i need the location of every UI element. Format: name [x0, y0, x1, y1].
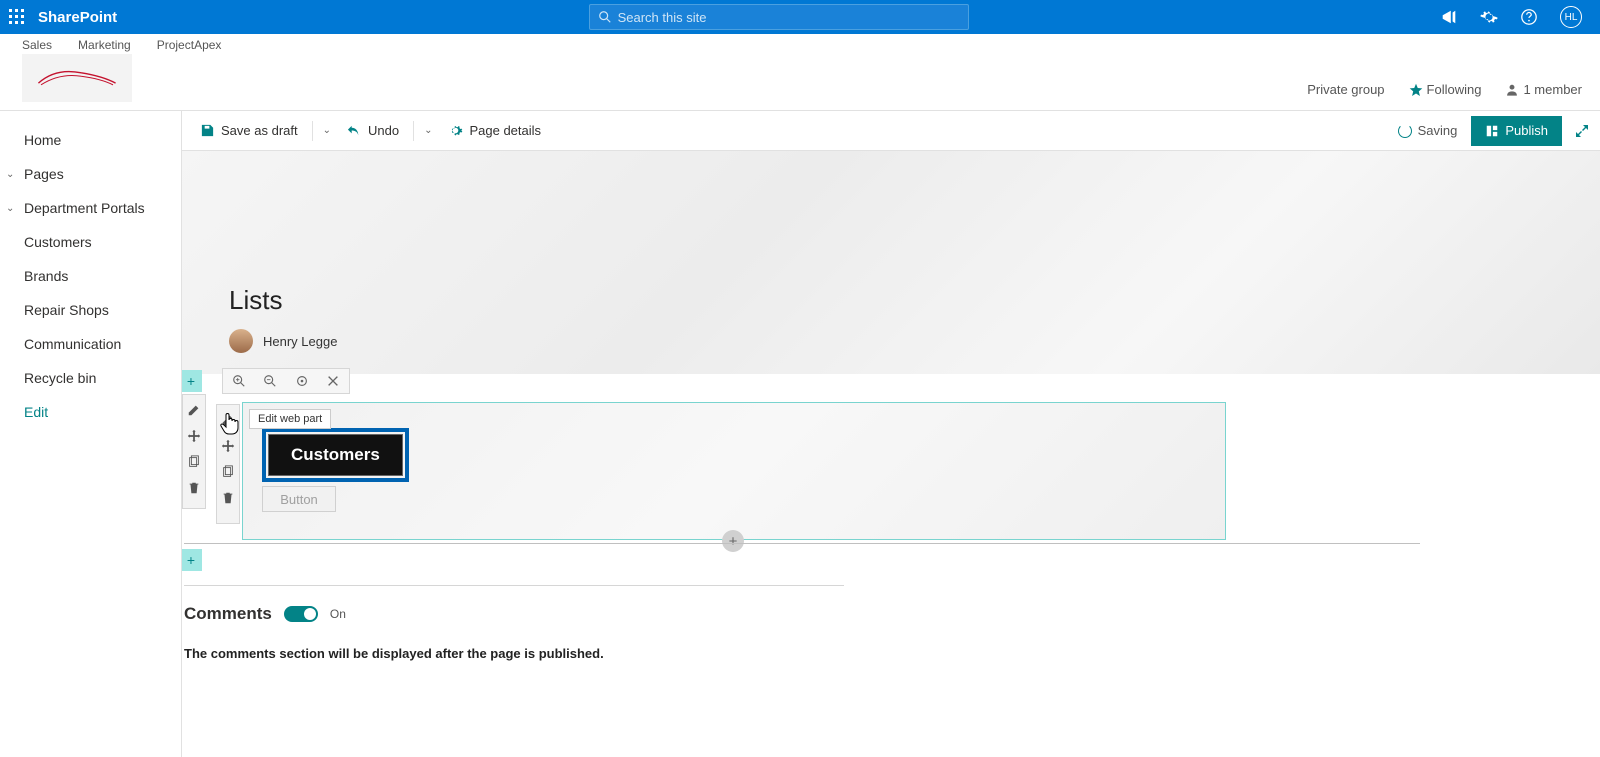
nav-edit[interactable]: Edit [0, 395, 181, 429]
page-author[interactable]: Henry Legge [229, 329, 337, 353]
gear-icon[interactable] [1480, 8, 1498, 26]
undo-button[interactable]: Undo [339, 119, 407, 142]
hub-nav: Sales Marketing ProjectApex [0, 34, 1600, 54]
close-icon[interactable] [326, 374, 340, 388]
brand-label[interactable]: SharePoint [38, 9, 117, 26]
page-details-button[interactable]: Page details [440, 119, 549, 142]
publish-button[interactable]: Publish [1471, 116, 1562, 146]
chevron-down-icon: ⌄ [6, 169, 18, 180]
comments-note: The comments section will be displayed a… [184, 646, 844, 661]
star-icon [1409, 83, 1423, 97]
move-webpart-icon[interactable] [221, 439, 235, 453]
zoom-out-icon[interactable] [263, 374, 277, 388]
waffle-icon [9, 9, 25, 25]
search-input[interactable] [618, 10, 960, 25]
nav-brands[interactable]: Brands [0, 259, 181, 293]
delete-section-icon[interactable] [187, 481, 201, 495]
page-header-area[interactable]: Lists Henry Legge [182, 151, 1600, 374]
section-rail [182, 394, 206, 509]
following-button[interactable]: Following [1409, 82, 1482, 97]
nav-pages[interactable]: ⌄ Pages [0, 157, 181, 191]
edit-section-icon[interactable] [187, 403, 201, 417]
comments-section: Comments On The comments section will be… [184, 585, 844, 661]
undo-chevron[interactable]: ⌄ [420, 125, 436, 136]
author-name: Henry Legge [263, 334, 337, 349]
add-section-top[interactable]: + [182, 370, 202, 392]
content-columns: Home ⌄ Pages ⌄ Department Portals Custom… [0, 111, 1600, 757]
add-section-bottom[interactable]: + [182, 549, 202, 571]
undo-icon [347, 123, 362, 138]
search-box[interactable] [589, 4, 969, 30]
suite-bar: SharePoint HL [0, 0, 1600, 34]
move-section-icon[interactable] [187, 429, 201, 443]
nav-customers[interactable]: Customers [0, 225, 181, 259]
edit-webpart-tooltip: Edit web part [249, 409, 331, 429]
zoom-toolbar [222, 368, 350, 394]
site-meta: Private group Following 1 member [1307, 82, 1600, 97]
site-logo[interactable] [22, 54, 132, 102]
add-webpart-button[interactable]: + [722, 530, 744, 552]
person-icon [1505, 83, 1519, 97]
group-type-label: Private group [1307, 82, 1384, 97]
cursor-hand-icon [220, 411, 240, 435]
separator [413, 121, 414, 141]
separator [312, 121, 313, 141]
focal-point-icon[interactable] [295, 374, 309, 388]
duplicate-section-icon[interactable] [187, 455, 201, 469]
comments-rule [184, 585, 844, 586]
site-header: Private group Following 1 member [0, 54, 1600, 111]
section-divider [184, 543, 1420, 544]
comments-toggle-label: On [330, 607, 346, 621]
page-title[interactable]: Lists [229, 285, 282, 316]
nav-communication[interactable]: Communication [0, 327, 181, 361]
search-wrap [589, 4, 969, 30]
save-draft-chevron[interactable]: ⌄ [319, 125, 335, 136]
comments-toggle[interactable] [284, 606, 318, 622]
comments-heading: Comments [184, 604, 272, 624]
customers-button-label: Customers [268, 434, 403, 476]
user-avatar[interactable]: HL [1560, 6, 1582, 28]
nav-recycle-bin[interactable]: Recycle bin [0, 361, 181, 395]
command-bar: Save as draft ⌄ Undo ⌄ Page details Savi… [182, 111, 1600, 151]
expand-icon[interactable] [1574, 123, 1590, 139]
customers-button-selected[interactable]: Customers [262, 428, 409, 482]
main: Save as draft ⌄ Undo ⌄ Page details Savi… [182, 111, 1600, 757]
add-button-placeholder[interactable]: Button [262, 486, 336, 512]
members-button[interactable]: 1 member [1505, 82, 1582, 97]
suite-right: HL [1440, 6, 1600, 28]
nav-home[interactable]: Home [0, 123, 181, 157]
spinner-icon [1398, 124, 1412, 138]
save-as-draft-button[interactable]: Save as draft [192, 119, 306, 142]
nav-repair-shops[interactable]: Repair Shops [0, 293, 181, 327]
hubnav-sales[interactable]: Sales [22, 38, 52, 52]
nav-department-portals[interactable]: ⌄ Department Portals [0, 191, 181, 225]
chevron-down-icon: ⌄ [6, 203, 18, 214]
author-avatar [229, 329, 253, 353]
button-group: Customers Button [262, 428, 409, 512]
left-nav: Home ⌄ Pages ⌄ Department Portals Custom… [0, 111, 182, 757]
megaphone-icon[interactable] [1440, 8, 1458, 26]
publish-icon [1485, 124, 1499, 138]
zoom-in-icon[interactable] [232, 374, 246, 388]
app-launcher[interactable] [0, 0, 34, 34]
hubnav-projectapex[interactable]: ProjectApex [157, 38, 222, 52]
gear-icon [448, 123, 463, 138]
search-icon [598, 10, 612, 24]
hubnav-marketing[interactable]: Marketing [78, 38, 131, 52]
saving-indicator: Saving [1398, 123, 1458, 138]
save-icon [200, 123, 215, 138]
duplicate-webpart-icon[interactable] [221, 465, 235, 479]
page-canvas: Lists Henry Legge + + [182, 151, 1600, 757]
help-icon[interactable] [1520, 8, 1538, 26]
delete-webpart-icon[interactable] [221, 491, 235, 505]
car-logo-icon [32, 66, 122, 90]
